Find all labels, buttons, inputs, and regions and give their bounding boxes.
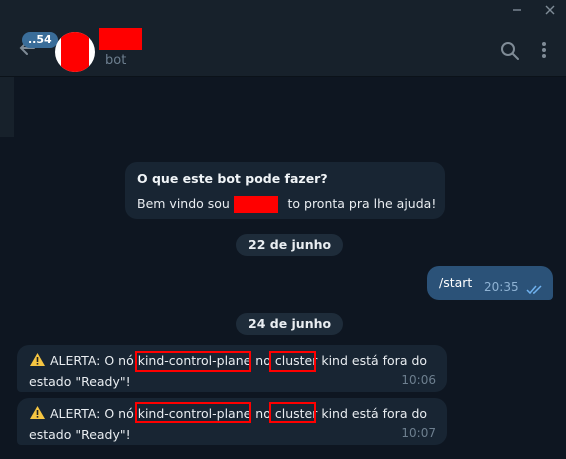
warning-icon	[29, 352, 46, 367]
avatar[interactable]	[55, 32, 95, 72]
highlight-box	[269, 351, 316, 372]
alert-message[interactable]: ALERTA: O nó kind-control-plane no clust…	[17, 345, 447, 392]
message-time: 10:06	[401, 373, 436, 387]
chat-subtitle: bot	[105, 53, 127, 68]
unread-badge: ..54	[22, 32, 58, 48]
alert-prefix: ALERTA: O nó	[49, 353, 138, 368]
intro-text: Bem vindo sou a to pronta pra lhe ajuda!	[137, 196, 436, 211]
bot-name-redaction	[234, 196, 278, 213]
minimize-icon[interactable]	[508, 3, 526, 21]
chat-name-redaction	[99, 28, 142, 50]
side-panel-edge	[0, 77, 14, 137]
alert-line2: estado "Ready"!	[29, 374, 131, 389]
highlight-box	[269, 402, 316, 423]
more-vertical-icon[interactable]	[537, 40, 551, 60]
search-icon[interactable]	[500, 41, 520, 61]
alert-prefix: ALERTA: O nó	[49, 406, 138, 421]
close-icon[interactable]	[541, 3, 559, 21]
bot-intro-card: O que este bot pode fazer? Bem vindo sou…	[125, 162, 445, 219]
intro-text-end: to pronta pra lhe ajuda!	[287, 196, 437, 211]
alert-text: kind está fora do	[317, 406, 428, 421]
message-text: /start	[439, 275, 473, 290]
alert-line2: estado "Ready"!	[29, 427, 131, 442]
date-separator: 24 de junho	[236, 313, 344, 335]
chat-header: ..54 bot	[0, 24, 566, 77]
double-check-icon	[526, 280, 546, 295]
warning-icon	[29, 405, 46, 420]
redaction-block	[61, 32, 89, 72]
message-time: 10:07	[401, 426, 436, 440]
intro-text-start: Bem vindo sou a	[137, 196, 242, 211]
intro-title: O que este bot pode fazer?	[137, 171, 328, 186]
highlight-box	[135, 402, 251, 423]
alert-text: kind está fora do	[317, 353, 428, 368]
alert-message[interactable]: ALERTA: O nó kind-control-plane no clust…	[17, 398, 447, 445]
message-time: 20:35	[484, 280, 519, 294]
outgoing-message[interactable]: /start 20:35	[427, 266, 553, 300]
window-titlebar	[0, 0, 566, 24]
date-separator: 22 de junho	[236, 234, 344, 256]
highlight-box	[135, 351, 251, 372]
